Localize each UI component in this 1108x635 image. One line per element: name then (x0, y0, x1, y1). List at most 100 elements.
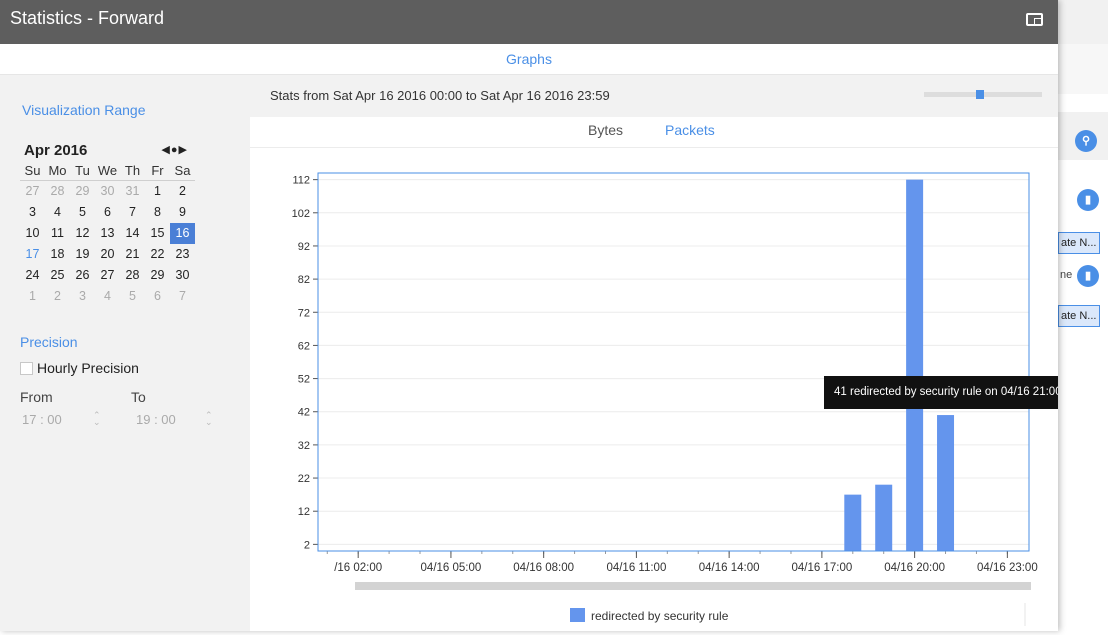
calendar-day[interactable]: 31 (120, 181, 145, 202)
from-stepper-icon[interactable]: ⌃ ⌄ (93, 411, 101, 427)
panel-button[interactable]: ate N... (1058, 232, 1100, 254)
chart-bar (875, 484, 893, 551)
calendar-day[interactable]: 4 (45, 202, 70, 223)
next-month-icon[interactable]: ▶ (179, 144, 188, 156)
y-tick-label: 102 (292, 208, 310, 220)
stats-range-text: Stats from Sat Apr 16 2016 00:00 to Sat … (270, 88, 610, 103)
calendar-day[interactable]: 21 (120, 244, 145, 265)
calendar-day[interactable]: 7 (120, 202, 145, 223)
tab-bytes[interactable]: Bytes (588, 122, 623, 138)
x-tick-label: 04/16 20:00 (884, 562, 945, 574)
x-tick-label: 04/16 17:00 (791, 562, 852, 574)
legend-swatch (570, 608, 585, 622)
y-tick-label: 62 (298, 340, 310, 352)
calendar-day[interactable]: 30 (95, 181, 120, 202)
prev-month-icon[interactable]: ◀ (161, 144, 170, 156)
calendar-day[interactable]: 28 (120, 265, 145, 286)
calendar-day[interactable]: 1 (20, 286, 45, 307)
chart-tooltip: 41 redirected by security rule on 04/16 … (824, 376, 1058, 409)
calendar-day[interactable]: 2 (170, 181, 195, 202)
calendar-day[interactable]: 28 (45, 181, 70, 202)
visualization-range-title: Visualization Range (22, 102, 146, 118)
y-tick-label: 52 (298, 374, 310, 386)
from-label: From (20, 389, 53, 405)
calendar-dow: Su (20, 163, 45, 181)
calendar-day[interactable]: 1 (145, 181, 170, 202)
calendar-day[interactable]: 3 (70, 286, 95, 307)
calendar-dow: Mo (45, 163, 70, 181)
calendar-dow: Sa (170, 163, 195, 181)
panel-text: ne (1060, 269, 1073, 281)
calendar-day[interactable]: 23 (170, 244, 195, 265)
y-tick-label: 72 (298, 307, 310, 319)
calendar-day[interactable]: 4 (95, 286, 120, 307)
calendar-day[interactable]: 24 (20, 265, 45, 286)
calendar-day[interactable]: 27 (20, 181, 45, 202)
zoom-slider[interactable] (924, 90, 1042, 99)
calendar-day[interactable]: 15 (145, 223, 170, 244)
y-tick-label: 112 (292, 175, 310, 187)
calendar-month-label: Apr 2016 (24, 142, 88, 159)
calendar-day[interactable]: 7 (170, 286, 195, 307)
today-dot-icon[interactable]: ● (171, 144, 179, 156)
calendar-day[interactable]: 29 (145, 265, 170, 286)
x-tick-label: 04/16 05:00 (421, 562, 482, 574)
y-tick-label: 32 (298, 440, 310, 452)
chart-scrollbar (355, 582, 1031, 590)
calendar-day[interactable]: 19 (70, 244, 95, 265)
chart-bar (937, 415, 955, 551)
x-tick-label: /16 02:00 (334, 562, 382, 574)
x-tick-label: 04/16 23:00 (977, 562, 1038, 574)
chart-bar (906, 179, 924, 551)
calendar-day[interactable]: 10 (20, 223, 45, 244)
calendar-day[interactable]: 17 (20, 244, 45, 265)
y-tick-label: 42 (298, 407, 310, 419)
calendar-day[interactable]: 2 (45, 286, 70, 307)
calendar-day[interactable]: 11 (45, 223, 70, 244)
y-tick-label: 12 (298, 506, 310, 518)
checkbox-box[interactable] (20, 362, 33, 375)
panel-stripe (1058, 0, 1108, 44)
calendar-day[interactable]: 22 (145, 244, 170, 265)
calendar-day[interactable]: 13 (95, 223, 120, 244)
statistics-modal: Statistics - Forward Graphs Visualizatio… (0, 0, 1058, 631)
calendar-dow: Th (120, 163, 145, 181)
legend-label: redirected by security rule (591, 609, 729, 623)
from-time-input[interactable]: 17 : 00 (22, 412, 62, 427)
calendar-day[interactable]: 16 (170, 223, 195, 244)
calendar-day[interactable]: 30 (170, 265, 195, 286)
precision-title: Precision (20, 334, 78, 350)
calendar-day[interactable]: 14 (120, 223, 145, 244)
title-bar: Statistics - Forward (0, 0, 1058, 44)
picture-in-picture-icon[interactable] (1026, 13, 1043, 26)
search-icon[interactable]: ⚲ (1075, 130, 1097, 152)
to-stepper-icon[interactable]: ⌃ ⌄ (205, 411, 213, 427)
calendar-day[interactable]: 20 (95, 244, 120, 265)
calendar-day[interactable]: 29 (70, 181, 95, 202)
calendar-header: Apr 2016 ◀●▶ (20, 141, 200, 159)
calendar-day[interactable]: 9 (170, 202, 195, 223)
calendar-day[interactable]: 27 (95, 265, 120, 286)
to-time-input[interactable]: 19 : 00 (136, 412, 176, 427)
slider-thumb[interactable] (976, 90, 984, 99)
bar-chart-icon[interactable]: ▮ (1077, 189, 1099, 211)
hourly-precision-checkbox[interactable]: Hourly Precision (20, 360, 139, 376)
bar-chart-icon[interactable]: ▮ (1077, 265, 1099, 287)
y-tick-label: 82 (298, 274, 310, 286)
calendar-day[interactable]: 18 (45, 244, 70, 265)
calendar-day[interactable]: 5 (120, 286, 145, 307)
tab-packets[interactable]: Packets (665, 122, 715, 138)
x-tick-label: 04/16 11:00 (606, 562, 666, 574)
calendar-day[interactable]: 26 (70, 265, 95, 286)
calendar-day[interactable]: 12 (70, 223, 95, 244)
calendar-nav: ◀●▶ (161, 143, 188, 156)
calendar-day[interactable]: 6 (145, 286, 170, 307)
calendar-day[interactable]: 8 (145, 202, 170, 223)
calendar-day[interactable]: 5 (70, 202, 95, 223)
calendar-day[interactable]: 3 (20, 202, 45, 223)
calendar-day[interactable]: 6 (95, 202, 120, 223)
window-title: Statistics - Forward (10, 8, 165, 28)
panel-button[interactable]: ate N... (1058, 305, 1100, 327)
calendar-day[interactable]: 25 (45, 265, 70, 286)
tab-graphs[interactable]: Graphs (0, 44, 1058, 75)
